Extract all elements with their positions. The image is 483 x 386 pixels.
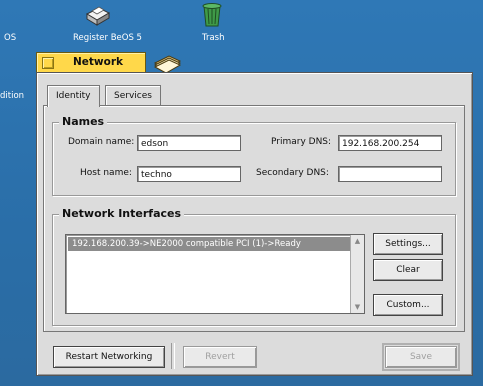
scroll-up-icon[interactable]: ▲ — [351, 235, 364, 247]
network-interfaces-group: Network Interfaces 192.168.200.39->NE200… — [52, 207, 456, 326]
save-button[interactable]: Save — [382, 343, 460, 371]
network-window: Identity Services Names Domain name: eds… — [36, 72, 473, 376]
clear-button[interactable]: Clear — [373, 259, 443, 281]
interfaces-scrollbar[interactable]: ▲ ▼ — [350, 235, 364, 313]
secondary-dns-label: Secondary DNS: — [256, 168, 329, 178]
window-title: Network — [73, 56, 124, 68]
desktop-label-edition: dition — [0, 91, 25, 101]
host-name-label: Host name: — [80, 168, 132, 178]
secondary-dns-field[interactable] — [338, 166, 442, 182]
domain-name-field[interactable]: edson — [137, 135, 241, 151]
custom-button[interactable]: Custom... — [373, 294, 443, 316]
trash-icon[interactable] — [199, 0, 225, 31]
trash-label[interactable]: Trash — [202, 33, 224, 43]
register-beos-label[interactable]: Register BeOS 5 — [73, 33, 142, 43]
window-close-box[interactable] — [42, 57, 54, 69]
tab-identity[interactable]: Identity — [47, 85, 100, 107]
register-printer-icon[interactable] — [83, 2, 111, 31]
desktop-label-os: OS — [4, 33, 17, 43]
revert-button[interactable]: Revert — [183, 346, 257, 368]
interfaces-list[interactable]: 192.168.200.39->NE2000 compatible PCI (1… — [65, 234, 365, 314]
primary-dns-label: Primary DNS: — [271, 137, 332, 147]
host-name-field[interactable]: techno — [137, 166, 241, 182]
domain-name-label: Domain name: — [68, 137, 135, 147]
settings-button[interactable]: Settings... — [373, 233, 443, 255]
names-group-title: Names — [59, 115, 108, 128]
network-interfaces-title: Network Interfaces — [59, 207, 185, 220]
scroll-down-icon[interactable]: ▼ — [351, 301, 364, 313]
names-group: Names Domain name: edson Primary DNS: 19… — [52, 115, 456, 196]
window-title-tab[interactable]: Network — [36, 52, 146, 73]
footer-divider — [171, 343, 175, 369]
list-item[interactable]: 192.168.200.39->NE2000 compatible PCI (1… — [68, 237, 350, 251]
identity-panel: Names Domain name: edson Primary DNS: 19… — [43, 105, 465, 332]
tab-services[interactable]: Services — [105, 85, 161, 106]
primary-dns-field[interactable]: 192.168.200.254 — [338, 135, 442, 151]
restart-networking-button[interactable]: Restart Networking — [53, 346, 165, 368]
